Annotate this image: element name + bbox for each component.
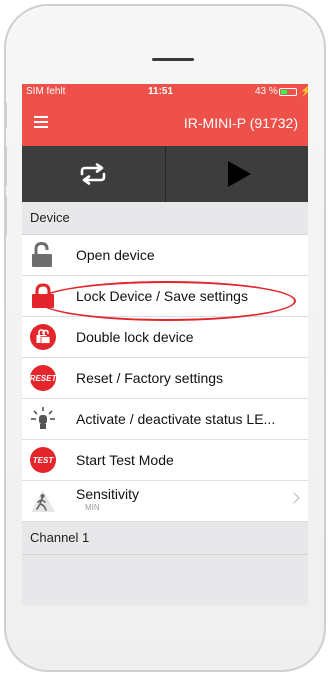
status-bar: SIM fehlt 11:51 43 % ⚡ xyxy=(22,84,308,100)
section-header-channel: Channel 1 xyxy=(22,522,308,555)
list-item-label: Activate / deactivate status LE... xyxy=(76,411,276,427)
list-item-label: Sensitivity xyxy=(76,486,140,502)
status-led-icon xyxy=(31,407,55,429)
list-item-double-lock[interactable]: Double lock device xyxy=(22,317,308,358)
phone-side-button xyxy=(4,146,7,186)
double-lock-icon xyxy=(30,324,56,350)
sensitivity-value: MIN xyxy=(85,503,100,512)
play-icon xyxy=(228,161,252,187)
battery-icon xyxy=(279,88,297,96)
list-item-test-mode[interactable]: TEST Start Test Mode xyxy=(22,440,308,481)
section-header-device: Device xyxy=(22,202,308,235)
reset-badge-icon: RESET xyxy=(30,365,56,391)
device-title: IR-MINI-P (91732) xyxy=(183,115,298,131)
sync-button[interactable] xyxy=(22,146,165,202)
phone-side-button xyxy=(4,196,7,236)
battery-percent: 43 % xyxy=(255,86,278,97)
charging-icon: ⚡ xyxy=(300,86,308,97)
carrier-label: SIM fehlt xyxy=(26,86,66,97)
nav-bar: IR-MINI-P (91732) xyxy=(22,100,308,146)
app-screen: SIM fehlt 11:51 43 % ⚡ IR-MINI-P (91732)… xyxy=(22,84,308,605)
list-item-reset[interactable]: RESET Reset / Factory settings xyxy=(22,358,308,399)
device-menu-list: Open device Lock Device / Save settings … xyxy=(22,235,308,522)
action-toolbar xyxy=(22,146,308,202)
list-item-label: Reset / Factory settings xyxy=(76,370,224,386)
battery-level xyxy=(281,90,287,94)
list-item-label: Start Test Mode xyxy=(76,452,174,468)
sensitivity-walker-icon xyxy=(31,490,55,512)
clock: 11:51 xyxy=(148,86,174,97)
list-item-sensitivity[interactable]: Sensitivity MIN xyxy=(22,481,308,522)
list-item-status-led[interactable]: Activate / deactivate status LE... xyxy=(22,399,308,440)
chevron-right-icon xyxy=(288,492,300,504)
list-item-label: Open device xyxy=(76,247,155,263)
hamburger-menu-icon[interactable] xyxy=(34,116,48,128)
repeat-icon xyxy=(80,163,106,185)
phone-speaker xyxy=(152,58,194,61)
highlight-ellipse xyxy=(38,281,296,321)
phone-side-button xyxy=(4,102,7,128)
list-item-label: Double lock device xyxy=(76,329,194,345)
test-badge-icon: TEST xyxy=(30,447,56,473)
list-item-open-device[interactable]: Open device xyxy=(22,235,308,276)
play-button[interactable] xyxy=(164,146,309,202)
unlocked-padlock-icon xyxy=(32,242,52,267)
home-area xyxy=(0,597,332,677)
